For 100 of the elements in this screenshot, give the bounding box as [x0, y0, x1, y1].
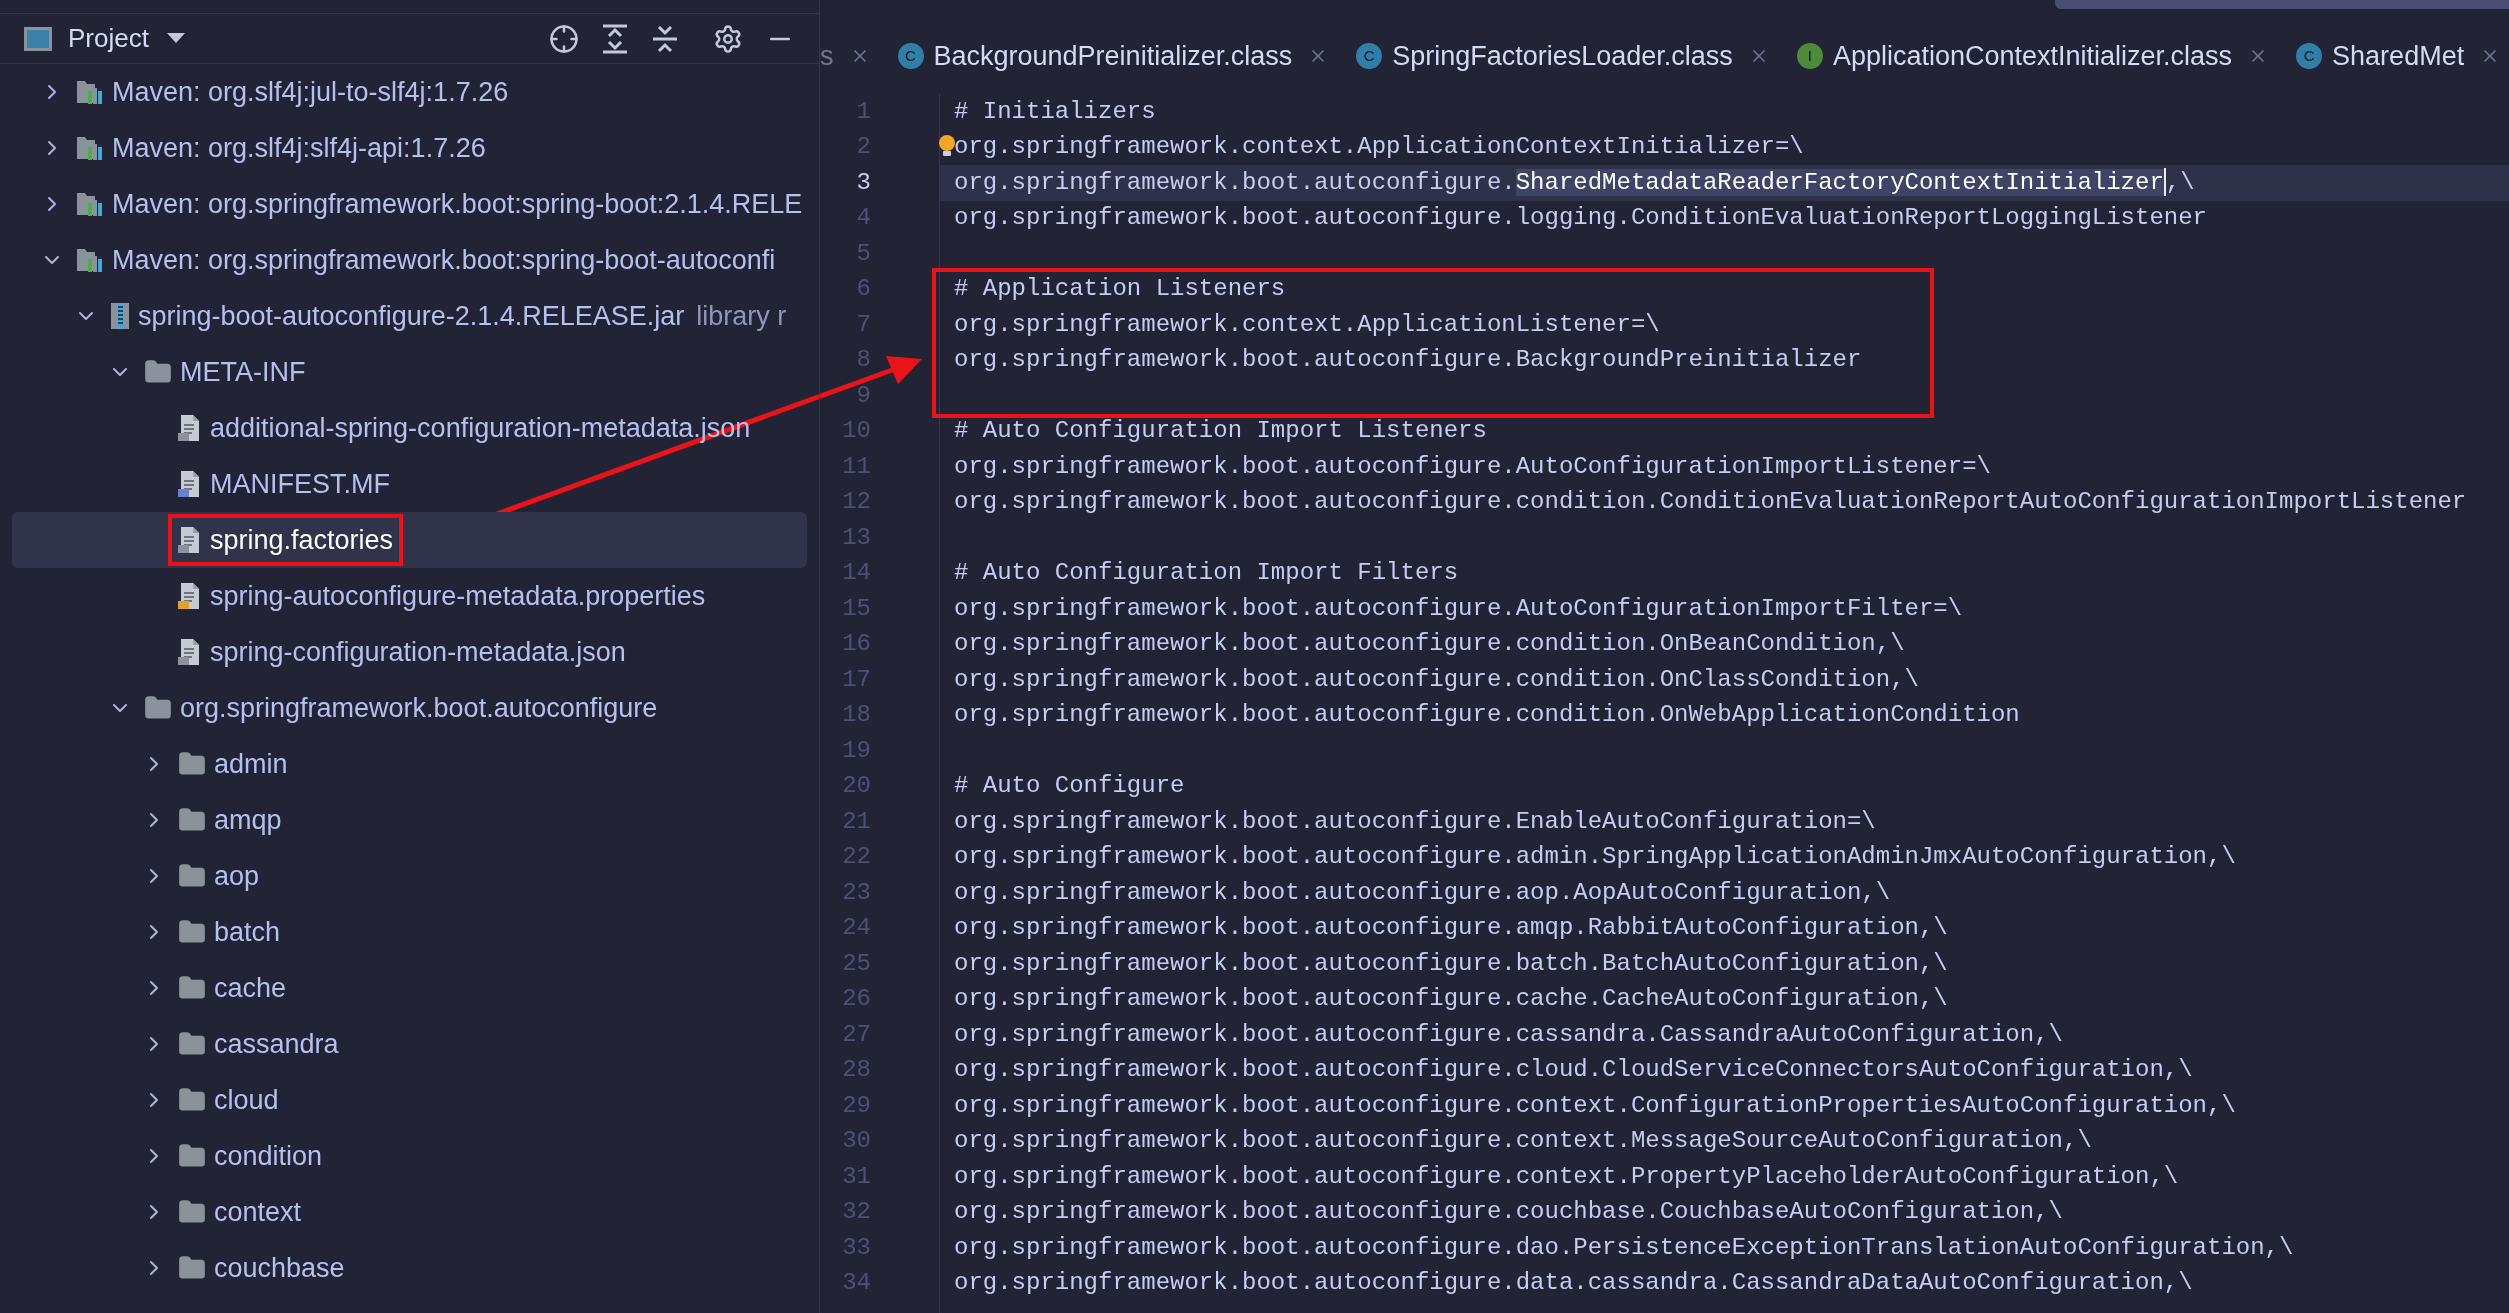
code-line: org.springframework.boot.autoconfigure.amqp.RabbitAutoConfiguration,\ — [954, 913, 1948, 944]
tree-row[interactable]: spring-autoconfigure-metadata.properties — [12, 568, 807, 624]
line-number: 25 — [842, 948, 871, 979]
tree-row[interactable]: couchbase — [12, 1240, 807, 1296]
file-icon — [178, 526, 202, 554]
tree-item-label: aop — [214, 859, 260, 893]
tree-row[interactable]: Maven: org.slf4j:jul-to-slf4j:1.7.26 — [12, 64, 807, 120]
tree-item-label: spring-configuration-metadata.json — [210, 635, 626, 669]
code-line: org.springframework.boot.autoconfigure.AutoConfigurationImportFilter=\ — [954, 593, 1963, 624]
scrollbar-thumb[interactable] — [2055, 0, 2509, 9]
tree-item-label: META-INF — [180, 355, 306, 389]
tree-item-label: Maven: org.springframework.boot:spring-boot:2.1.4.RELE — [112, 187, 803, 221]
tree-row[interactable]: context — [12, 1184, 807, 1240]
class-icon: C — [897, 43, 924, 69]
tree-item-label: batch — [214, 915, 281, 949]
panel-title[interactable]: Project — [68, 19, 149, 58]
folder-icon — [178, 750, 206, 778]
tree-item-label: condition — [214, 1139, 323, 1173]
file-icon — [178, 470, 202, 498]
tree-item-label: context — [214, 1195, 302, 1229]
code-line: org.springframework.boot.autoconfigure.condition.OnWebApplicationCondition — [954, 700, 2020, 731]
folder-icon — [178, 1254, 206, 1282]
collapse-all-icon[interactable] — [651, 23, 679, 54]
line-number: 12 — [842, 487, 871, 518]
tree-row[interactable]: admin — [12, 736, 807, 792]
line-number: 23 — [842, 877, 871, 908]
tree-row[interactable]: cache — [12, 960, 807, 1016]
archive-icon — [110, 302, 130, 330]
line-number: 21 — [842, 806, 871, 837]
line-number: 33 — [842, 1232, 871, 1263]
code-line: # Application Listeners — [954, 274, 1286, 305]
library-icon — [76, 191, 104, 217]
line-number: 29 — [842, 1090, 871, 1121]
locate-icon[interactable] — [549, 23, 579, 54]
tree-row[interactable]: batch — [12, 904, 807, 960]
line-number: 17 — [842, 664, 871, 695]
lightbulb-icon[interactable] — [938, 133, 956, 158]
line-number: 31 — [842, 1161, 871, 1192]
code-line: org.springframework.boot.autoconfigure.couchbase.CouchbaseAutoConfiguration,\ — [954, 1197, 2063, 1228]
code-line: org.springframework.context.ApplicationContextInitializer=\ — [954, 132, 1804, 163]
tree-row[interactable]: MANIFEST.MF — [12, 456, 807, 512]
tree-row[interactable]: spring-configuration-metadata.json — [12, 624, 807, 680]
line-number: 14 — [842, 558, 871, 589]
tree-row[interactable]: condition — [12, 1128, 807, 1184]
code-line: org.springframework.boot.autoconfigure.condition.OnClassCondition,\ — [954, 664, 1919, 695]
code-line: org.springframework.boot.autoconfigure.dao.PersistenceExceptionTranslationAutoConfiguration,\ — [954, 1232, 2294, 1263]
tree-item-label: spring.factories — [210, 523, 394, 557]
settings-icon[interactable] — [713, 23, 743, 54]
tree-row[interactable]: org.springframework.boot.autoconfigure — [12, 680, 807, 736]
editor-tab[interactable]: C BackgroundPreinitializer.class — [895, 38, 1355, 74]
tree-row[interactable]: META-INF — [12, 344, 807, 400]
tree-row[interactable]: Maven: org.springframework.boot:spring-boot-autoconfi — [12, 232, 807, 288]
tree-item-label: Maven: org.slf4j:slf4j-api:1.7.26 — [112, 131, 486, 165]
code-line: # Initializers — [954, 96, 1156, 127]
tree-row[interactable]: Maven: org.springframework.boot:spring-boot:2.1.4.RELE — [12, 176, 807, 232]
tree-row[interactable]: cassandra — [12, 1016, 807, 1072]
folder-icon — [178, 806, 206, 834]
tab-label: ApplicationContextInitializer.class — [1832, 39, 2233, 73]
code-line: org.springframework.boot.autoconfigure.BackgroundPreinitializer — [954, 345, 1862, 376]
line-number: 22 — [842, 842, 871, 873]
tree-row[interactable]: spring.factories — [12, 512, 807, 568]
tree-item-label: spring-autoconfigure-metadata.properties — [210, 579, 706, 613]
dropdown-icon[interactable] — [166, 32, 185, 45]
line-number: 7 — [856, 309, 871, 340]
code-line: # Auto Configuration Import Filters — [954, 558, 1459, 589]
code-line: org.springframework.context.ApplicationListener=\ — [954, 309, 1660, 340]
panel-icon — [24, 26, 52, 51]
tab-label: s — [820, 39, 834, 73]
code-line: # Auto Configure — [954, 771, 1185, 802]
expand-all-icon[interactable] — [601, 23, 629, 54]
tree-row[interactable]: aop — [12, 848, 807, 904]
editor-tab[interactable]: C SpringFactoriesLoader.class — [1354, 38, 1795, 74]
tree-row[interactable]: spring-boot-autoconfigure-2.1.4.RELEASE.jar library r — [12, 288, 807, 344]
tree-row[interactable]: cloud — [12, 1072, 807, 1128]
tab-label: SpringFactoriesLoader.class — [1392, 39, 1733, 73]
class-icon: I — [1796, 43, 1823, 69]
folder-icon — [178, 974, 206, 1002]
tree-row[interactable]: Maven: org.slf4j:slf4j-api:1.7.26 — [12, 120, 807, 176]
line-number: 15 — [842, 593, 871, 624]
code-line: org.springframework.boot.autoconfigure.EnableAutoConfiguration=\ — [954, 806, 1876, 837]
tree-item-label: amqp — [214, 803, 282, 837]
folder-icon — [144, 358, 172, 386]
code-line: org.springframework.boot.autoconfigure.batch.BatchAutoConfiguration,\ — [954, 948, 1948, 979]
line-number: 18 — [842, 700, 871, 731]
editor-tab[interactable]: I ApplicationContextInitializer.class — [1794, 38, 2295, 74]
code-line: org.springframework.boot.autoconfigure.context.ConfigurationPropertiesAutoConfiguration,\ — [954, 1090, 2236, 1121]
editor-tab[interactable]: C SharedMet — [2294, 38, 2509, 74]
tree-item-label: MANIFEST.MF — [210, 467, 390, 501]
line-number: 6 — [856, 274, 871, 305]
folder-icon — [144, 694, 172, 722]
tree-item-note: library r — [696, 299, 787, 333]
tree-item-label: cache — [214, 971, 287, 1005]
tree-row[interactable]: amqp — [12, 792, 807, 848]
line-number: 26 — [842, 984, 871, 1015]
tree-item-label: org.springframework.boot.autoconfigure — [180, 691, 658, 725]
line-number: 32 — [842, 1197, 871, 1228]
file-icon — [178, 638, 202, 666]
tree-item-label: admin — [214, 747, 288, 781]
folder-icon — [178, 1198, 206, 1226]
tree-item-label: cloud — [214, 1083, 279, 1117]
